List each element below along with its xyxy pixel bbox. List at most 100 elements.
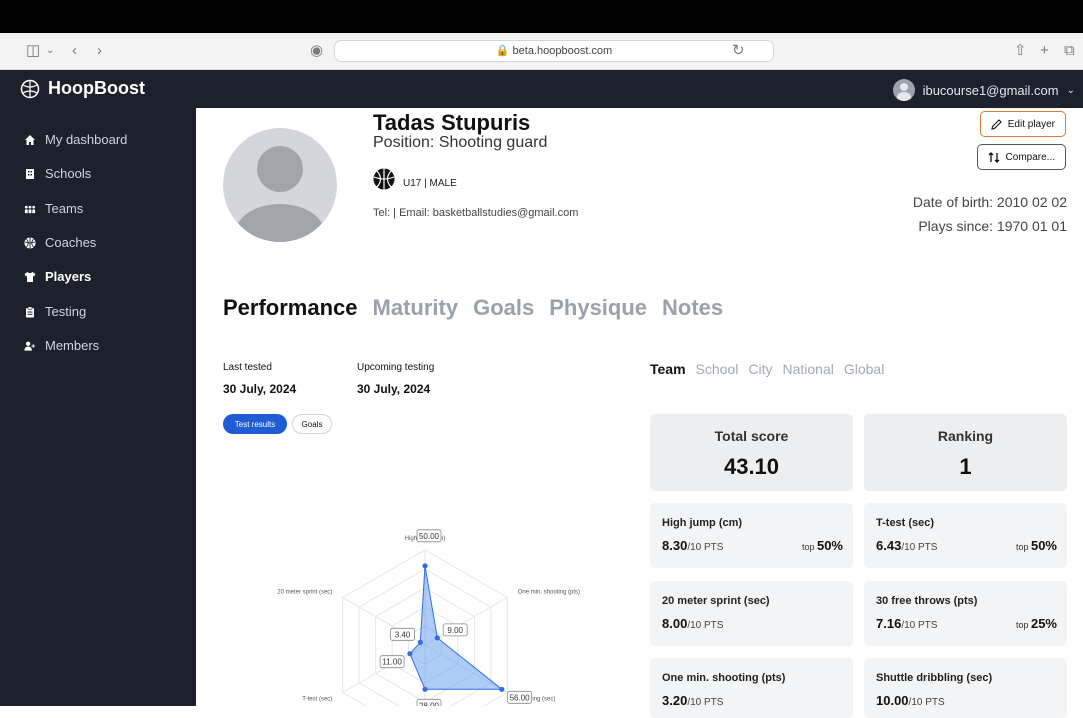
- share-icon[interactable]: ⇧: [1014, 41, 1027, 61]
- scope-tab-city[interactable]: City: [748, 361, 772, 377]
- metric-card-dribbling[interactable]: Shuttle dribbling (sec) 10.00/10 PTS: [864, 658, 1067, 718]
- sidebar-item-schools[interactable]: Schools: [24, 166, 91, 181]
- sidebar-item-testing[interactable]: Testing: [24, 304, 86, 319]
- plays-since: Plays since: 1970 01 01: [918, 218, 1067, 234]
- avatar: [892, 79, 915, 101]
- metric-points-suffix: /10 PTS: [908, 697, 945, 708]
- metric-title: High jump (cm): [662, 517, 743, 529]
- scope-tab-team[interactable]: Team: [650, 361, 686, 377]
- new-tab-icon[interactable]: +: [1040, 41, 1049, 61]
- metric-card-shooting[interactable]: One min. shooting (pts) 3.20/10 PTS: [650, 658, 853, 718]
- browser-toolbar: ◫ ⌄ ‹ › ◉ 🔒 beta.hoopboost.com ↻ ⇧ + ⧉: [0, 33, 1083, 70]
- radar-point: [499, 686, 505, 692]
- ranking-value: 1: [959, 454, 972, 479]
- goals-toggle[interactable]: Goals: [292, 414, 332, 434]
- forward-icon[interactable]: ›: [97, 41, 102, 61]
- player-name: Tadas Stupuris: [373, 110, 531, 135]
- user-menu[interactable]: ibucourse1@gmail.com ⌄: [892, 79, 1075, 101]
- radar-value-label: 50.00: [416, 529, 442, 543]
- metric-points: 8.00: [662, 616, 688, 631]
- metric-card-free-throws[interactable]: 30 free throws (pts) 7.16/10 PTS top 25%: [864, 581, 1067, 646]
- members-icon: [24, 340, 36, 352]
- metric-points-suffix: /10 PTS: [901, 620, 938, 631]
- total-score-value: 43.10: [723, 454, 780, 479]
- sidebar-item-label: Players: [45, 269, 92, 284]
- radar-point: [422, 563, 428, 569]
- sidebar-item-label: Schools: [45, 166, 92, 181]
- radar-value-label: 56.00: [507, 690, 533, 704]
- metric-top-percent: 50%: [816, 538, 843, 553]
- coach-icon: [24, 237, 36, 249]
- last-tested-label: Last tested: [223, 362, 272, 373]
- reload-icon[interactable]: ↻: [732, 41, 745, 61]
- radar-point: [422, 686, 428, 692]
- player-gender: MALE: [429, 178, 457, 189]
- metric-title: T-test (sec): [876, 517, 935, 529]
- back-icon[interactable]: ‹: [72, 41, 77, 61]
- scope-tab-school[interactable]: School: [696, 361, 739, 377]
- metric-points: 8.30: [662, 538, 688, 553]
- svg-text:11.00: 11.00: [382, 658, 402, 667]
- main-content: Tadas Stupuris Position: Shooting guard …: [196, 108, 1083, 718]
- radar-axis-label: T-test (sec): [302, 697, 332, 703]
- upcoming-testing-label: Upcoming testing: [357, 362, 435, 373]
- tab-notes[interactable]: Notes: [662, 295, 723, 321]
- sidebar-item-members[interactable]: Members: [24, 338, 99, 353]
- metric-card-high-jump[interactable]: High jump (cm) 8.30/10 PTS top 50%: [650, 503, 853, 568]
- app-logo[interactable]: HoopBoost: [20, 78, 145, 99]
- radar-point: [417, 639, 423, 645]
- tab-physique[interactable]: Physique: [549, 295, 647, 321]
- metric-title: Shuttle dribbling (sec): [876, 672, 993, 684]
- tab-performance[interactable]: Performance: [223, 295, 358, 321]
- metric-top-label: top: [801, 542, 815, 552]
- sidebar-item-teams[interactable]: Teams: [24, 201, 83, 216]
- metric-points-suffix: /10 PTS: [687, 697, 724, 708]
- sidebar-toggle-icon[interactable]: ◫: [26, 41, 40, 61]
- metric-card-sprint[interactable]: 20 meter sprint (sec) 8.00/10 PTS: [650, 581, 853, 646]
- main-tabs: Performance Maturity Goals Physique Note…: [223, 295, 723, 321]
- total-score-label: Total score: [714, 428, 789, 444]
- upcoming-testing-value: 30 July, 2024: [357, 382, 431, 396]
- basketball-logo-icon: [20, 79, 40, 98]
- date-of-birth: Date of birth: 2010 02 02: [912, 194, 1067, 210]
- chevron-down-icon[interactable]: ⌄: [46, 41, 54, 61]
- last-tested-value: 30 July, 2024: [223, 382, 297, 396]
- sidebar-item-label: Teams: [45, 201, 84, 216]
- metric-card-t-test[interactable]: T-test (sec) 6.43/10 PTS top 50%: [864, 503, 1067, 568]
- radar-chart: High jump (cm)One min. shooting (pts)dri…: [277, 529, 580, 706]
- os-top-bar: [0, 0, 1083, 33]
- tab-goals[interactable]: Goals: [473, 295, 534, 321]
- metric-title: One min. shooting (pts): [662, 672, 786, 684]
- metric-top-label: top: [1015, 542, 1029, 552]
- radar-value-label: 9.00: [442, 623, 468, 637]
- svg-text:56.00: 56.00: [510, 693, 531, 702]
- pencil-icon: [991, 118, 1002, 130]
- sidebar-item-label: Members: [45, 338, 100, 353]
- tab-maturity[interactable]: Maturity: [373, 295, 459, 321]
- edit-player-button[interactable]: Edit player: [979, 111, 1066, 137]
- test-results-toggle[interactable]: Test results: [223, 414, 287, 434]
- address-bar[interactable]: 🔒 beta.hoopboost.com: [334, 40, 774, 62]
- radar-axis-label: 20 meter sprint (sec): [277, 590, 332, 596]
- shield-icon[interactable]: ◉: [310, 41, 323, 61]
- metric-points: 7.16: [876, 616, 902, 631]
- chevron-down-icon: ⌄: [1066, 84, 1075, 96]
- metric-top-percent: 50%: [1030, 538, 1057, 553]
- tabs-overview-icon[interactable]: ⧉: [1064, 41, 1075, 61]
- scope-tab-global[interactable]: Global: [844, 361, 884, 377]
- player-category: U17: [403, 178, 422, 189]
- compare-button[interactable]: Compare...: [976, 144, 1066, 170]
- player-position: Position: Shooting guard: [373, 134, 548, 151]
- metric-top-percent: 25%: [1030, 616, 1057, 631]
- player-avatar: [223, 128, 337, 242]
- sidebar-item-coaches[interactable]: Coaches: [24, 235, 96, 250]
- home-icon: [24, 134, 36, 146]
- svg-text:9.00: 9.00: [447, 626, 463, 635]
- app-name: HoopBoost: [48, 78, 145, 98]
- player-category-row: U17 | MALE: [373, 168, 457, 190]
- scope-tab-national[interactable]: National: [782, 361, 833, 377]
- sidebar-item-players[interactable]: Players: [24, 269, 91, 284]
- url-text: beta.hoopboost.com: [512, 45, 613, 57]
- metric-points-suffix: /10 PTS: [687, 542, 724, 553]
- sidebar-item-dashboard[interactable]: My dashboard: [24, 132, 127, 147]
